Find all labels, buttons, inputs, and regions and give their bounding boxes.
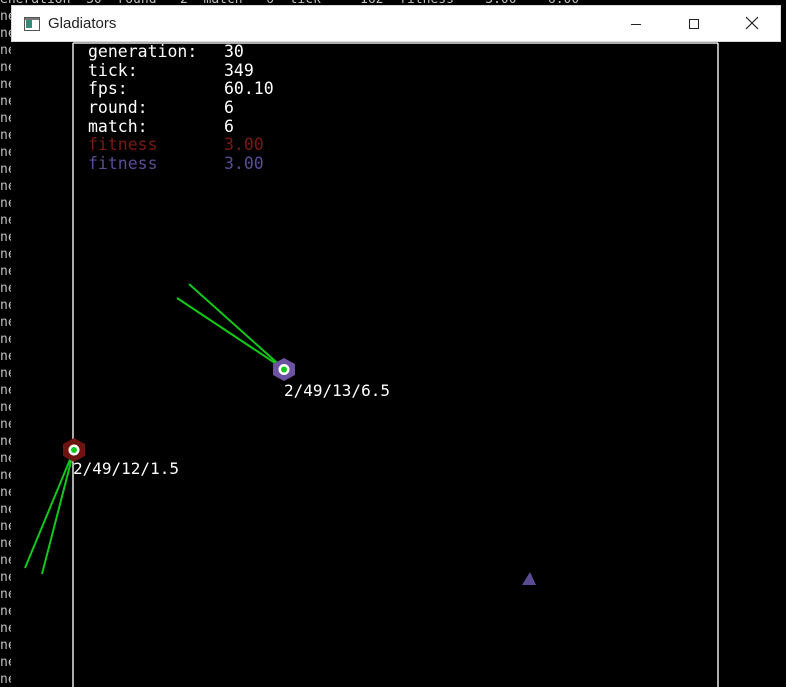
hud-label: fitness bbox=[88, 154, 158, 174]
hud-value: 6 bbox=[224, 116, 234, 136]
red-gladiator-core bbox=[71, 447, 77, 453]
purple-gladiator-core bbox=[281, 366, 287, 373]
purple-gladiator-label: 2/49/13/6.5 bbox=[284, 381, 390, 400]
close-icon bbox=[745, 15, 759, 34]
purple-sensor-ray-2 bbox=[188, 283, 285, 370]
hud-value: 3.00 bbox=[224, 154, 264, 174]
title-bar[interactable]: Gladiators bbox=[11, 5, 781, 42]
red-sensor-ray-2 bbox=[41, 449, 75, 575]
game-client-area[interactable]: 2/49/13/6.5 2/49/12/1.5 generation: 30 tic… bbox=[11, 42, 781, 687]
hud-row: fitness 3.00 bbox=[88, 136, 274, 155]
hud-row: match: 6 bbox=[88, 116, 274, 137]
hud-label: tick: bbox=[88, 60, 138, 80]
minimize-icon bbox=[630, 15, 642, 34]
projectile-triangle bbox=[522, 572, 536, 585]
hud-row: generation: 30 bbox=[88, 42, 274, 62]
window-title: Gladiators bbox=[48, 15, 117, 32]
close-button[interactable] bbox=[723, 6, 781, 42]
hud-row: fitness 3.00 bbox=[88, 154, 274, 174]
hud-value: 30 bbox=[224, 42, 244, 61]
gladiators-window: Gladiators 2/49/13/6.5 2/49/12/1.5 gener… bbox=[11, 5, 781, 687]
hud-label: fps: bbox=[88, 79, 128, 99]
minimize-button[interactable] bbox=[607, 6, 665, 42]
hud-label: match: bbox=[88, 116, 148, 136]
maximize-button[interactable] bbox=[665, 6, 723, 42]
hud-row: round: 6 bbox=[88, 98, 274, 118]
hud-value: 349 bbox=[224, 60, 254, 80]
hud-label: fitness bbox=[88, 135, 158, 155]
maximize-icon bbox=[688, 15, 700, 34]
hud-label: generation: bbox=[88, 42, 198, 61]
red-gladiator-label: 2/49/12/1.5 bbox=[73, 459, 179, 478]
app-window-icon bbox=[24, 16, 40, 31]
red-sensor-ray-1 bbox=[24, 449, 75, 569]
purple-sensor-ray-1 bbox=[176, 297, 285, 370]
hud-value: 3.00 bbox=[224, 135, 264, 155]
hud-label: round: bbox=[88, 98, 148, 118]
hud-value: 6 bbox=[224, 98, 234, 118]
hud-row: tick: 349 bbox=[88, 60, 274, 81]
hud-stats: generation: 30 tick: 349 fps: 60.10 round: 6 mat… bbox=[88, 42, 274, 174]
hud-row: fps: 60.10 bbox=[88, 80, 274, 99]
hud-value: 60.10 bbox=[224, 79, 274, 99]
